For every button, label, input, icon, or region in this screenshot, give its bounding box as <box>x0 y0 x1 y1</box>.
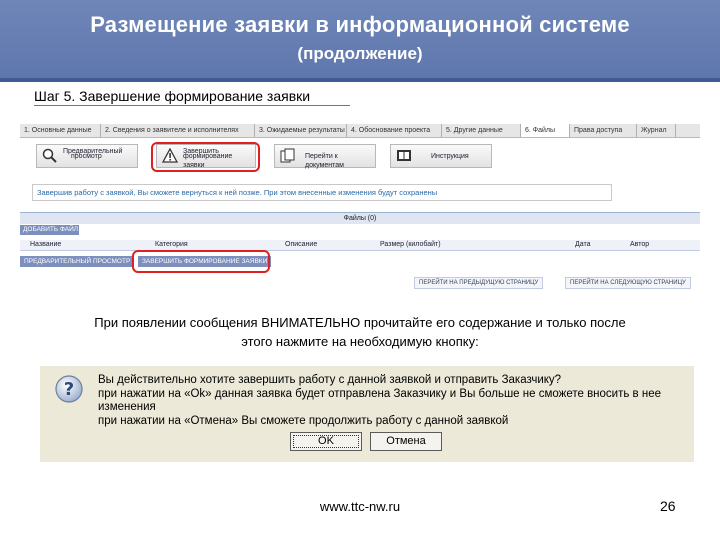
tab-justification[interactable]: 4. Обоснование проекта <box>347 124 442 137</box>
instruction-text: При появлении сообщения ВНИМАТЕЛЬНО проч… <box>60 313 660 351</box>
page-number: 26 <box>660 498 676 514</box>
preview-action-button[interactable]: ПРЕДВАРИТЕЛЬНЫЙ ПРОСМОТР <box>20 256 135 267</box>
magnifier-icon <box>42 148 57 163</box>
ok-button[interactable]: OK <box>290 432 362 451</box>
highlight-finish-button <box>151 142 260 172</box>
prev-page-button[interactable]: ПЕРЕЙТИ НА ПРЕДЫДУЩУЮ СТРАНИЦУ <box>414 277 544 289</box>
preview-button[interactable]: Предварительный просмотр <box>36 144 138 168</box>
slide-header: Размещение заявки в информационной систе… <box>0 0 720 78</box>
tab-applicant[interactable]: 2. Сведения о заявителе и исполнителях <box>101 124 255 137</box>
tab-main-data[interactable]: 1. Основные данные <box>20 124 101 137</box>
to-documents-button[interactable]: Перейти к документам <box>274 144 376 169</box>
tab-other-data[interactable]: 5. Другие данные <box>442 124 521 137</box>
header-divider <box>0 78 720 82</box>
slide-subtitle: (продолжение) <box>297 44 423 63</box>
column-date[interactable]: Дата <box>575 240 591 250</box>
documents-icon <box>280 148 295 163</box>
column-description[interactable]: Описание <box>285 240 317 250</box>
files-table-header: Название Категория Описание Размер (кило… <box>20 240 700 251</box>
instruction-button[interactable]: Инструкция <box>390 144 492 168</box>
column-category[interactable]: Категория <box>155 240 188 250</box>
next-page-button[interactable]: ПЕРЕЙТИ НА СЛЕДУЮЩУЮ СТРАНИЦУ <box>565 277 691 289</box>
cancel-button[interactable]: Отмена <box>370 432 442 451</box>
book-icon <box>397 150 411 161</box>
instruction-label: Инструкция <box>431 153 469 160</box>
slide-title: Размещение заявки в информационной систе… <box>90 12 630 37</box>
tab-bar: 1. Основные данные 2. Сведения о заявите… <box>20 124 700 138</box>
step-title-underline <box>34 105 350 106</box>
column-name[interactable]: Название <box>30 240 61 250</box>
instruction-line-2: этого нажмите на необходимую кнопку: <box>241 334 479 349</box>
question-icon: ? <box>55 375 83 403</box>
dialog-message: Вы действительно хотите завершить работу… <box>98 374 688 428</box>
tab-journal[interactable]: Журнал <box>637 124 676 137</box>
tab-results[interactable]: 3. Ожидаемые результаты <box>255 124 347 137</box>
svg-text:?: ? <box>64 379 74 400</box>
tab-access-rights[interactable]: Права доступа <box>570 124 637 137</box>
dialog-line-3: при нажатии на «Отмена» Вы сможете продо… <box>98 414 509 427</box>
save-notice: Завершив работу с заявкой, Вы сможете ве… <box>32 184 612 201</box>
instruction-line-1: При появлении сообщения ВНИМАТЕЛЬНО проч… <box>94 315 626 330</box>
add-file-button[interactable]: ДОБАВИТЬ ФАЙЛ <box>20 225 79 235</box>
files-title-bar: Файлы (0) <box>20 212 700 224</box>
tab-files[interactable]: 6. Файлы <box>521 124 570 137</box>
step-title: Шаг 5. Завершение формирование заявки <box>34 88 311 104</box>
embedded-screenshot: 1. Основные данные 2. Сведения о заявите… <box>20 120 700 292</box>
column-author[interactable]: Автор <box>630 240 649 250</box>
files-title: Файлы (0) <box>343 215 377 222</box>
highlight-finish-action-button <box>132 250 270 273</box>
to-documents-label: Перейти к документам <box>305 153 344 169</box>
dialog-line-2: при нажатии на «Ok» данная заявка будет … <box>98 387 662 414</box>
column-size[interactable]: Размер (килобайт) <box>380 240 441 250</box>
footer-url[interactable]: www.ttc-nw.ru <box>0 499 720 514</box>
confirm-dialog: ? Вы действительно хотите завершить рабо… <box>40 366 694 462</box>
toolbar: Предварительный просмотр Завершить форми… <box>20 142 700 172</box>
preview-button-label-2: просмотр <box>71 153 102 160</box>
dialog-line-1: Вы действительно хотите завершить работу… <box>98 374 562 386</box>
